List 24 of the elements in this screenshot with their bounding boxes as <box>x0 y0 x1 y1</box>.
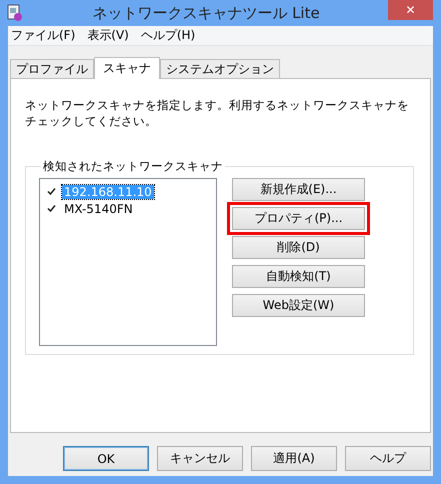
action-button[interactable]: 削除(D) <box>232 236 365 259</box>
checkbox[interactable] <box>45 185 58 198</box>
tab[interactable]: スキャナ <box>94 57 160 79</box>
window-title: ネットワークスキャナツール Lite <box>91 4 321 22</box>
scanner-list[interactable]: 192.168.11.10 MX-5140FN <box>39 178 217 346</box>
tab[interactable]: システムオプション <box>160 59 280 78</box>
dialog-button[interactable]: OK <box>63 446 149 471</box>
action-button[interactable]: 新規作成(E)... <box>232 178 365 201</box>
dialog-button[interactable]: 適用(A) <box>251 446 337 471</box>
close-button[interactable]: ✕ <box>388 0 433 20</box>
tab[interactable]: プロファイル <box>10 59 94 78</box>
description-text: ネットワークスキャナを指定します。利用するネットワークスキャナをチェックしてください。 <box>25 97 410 129</box>
action-button[interactable]: プロパティ(P)... <box>232 207 365 230</box>
dialog-button[interactable]: キャンセル <box>157 446 243 471</box>
dialog-button[interactable]: ヘルプ <box>345 446 431 471</box>
action-button[interactable]: 自動検知(T) <box>232 265 365 288</box>
app-icon <box>6 4 24 22</box>
menu-item[interactable]: ヘルプ(H) <box>140 27 196 44</box>
menu-item[interactable]: ファイル(F) <box>11 27 76 44</box>
menu-item[interactable]: 表示(V) <box>87 27 129 44</box>
group-title: 検知されたネットワークスキャナ <box>42 159 224 174</box>
action-button[interactable]: Web設定(W) <box>232 294 365 317</box>
checkbox[interactable] <box>45 202 58 215</box>
scanner-item[interactable]: MX-5140FN <box>62 202 135 216</box>
